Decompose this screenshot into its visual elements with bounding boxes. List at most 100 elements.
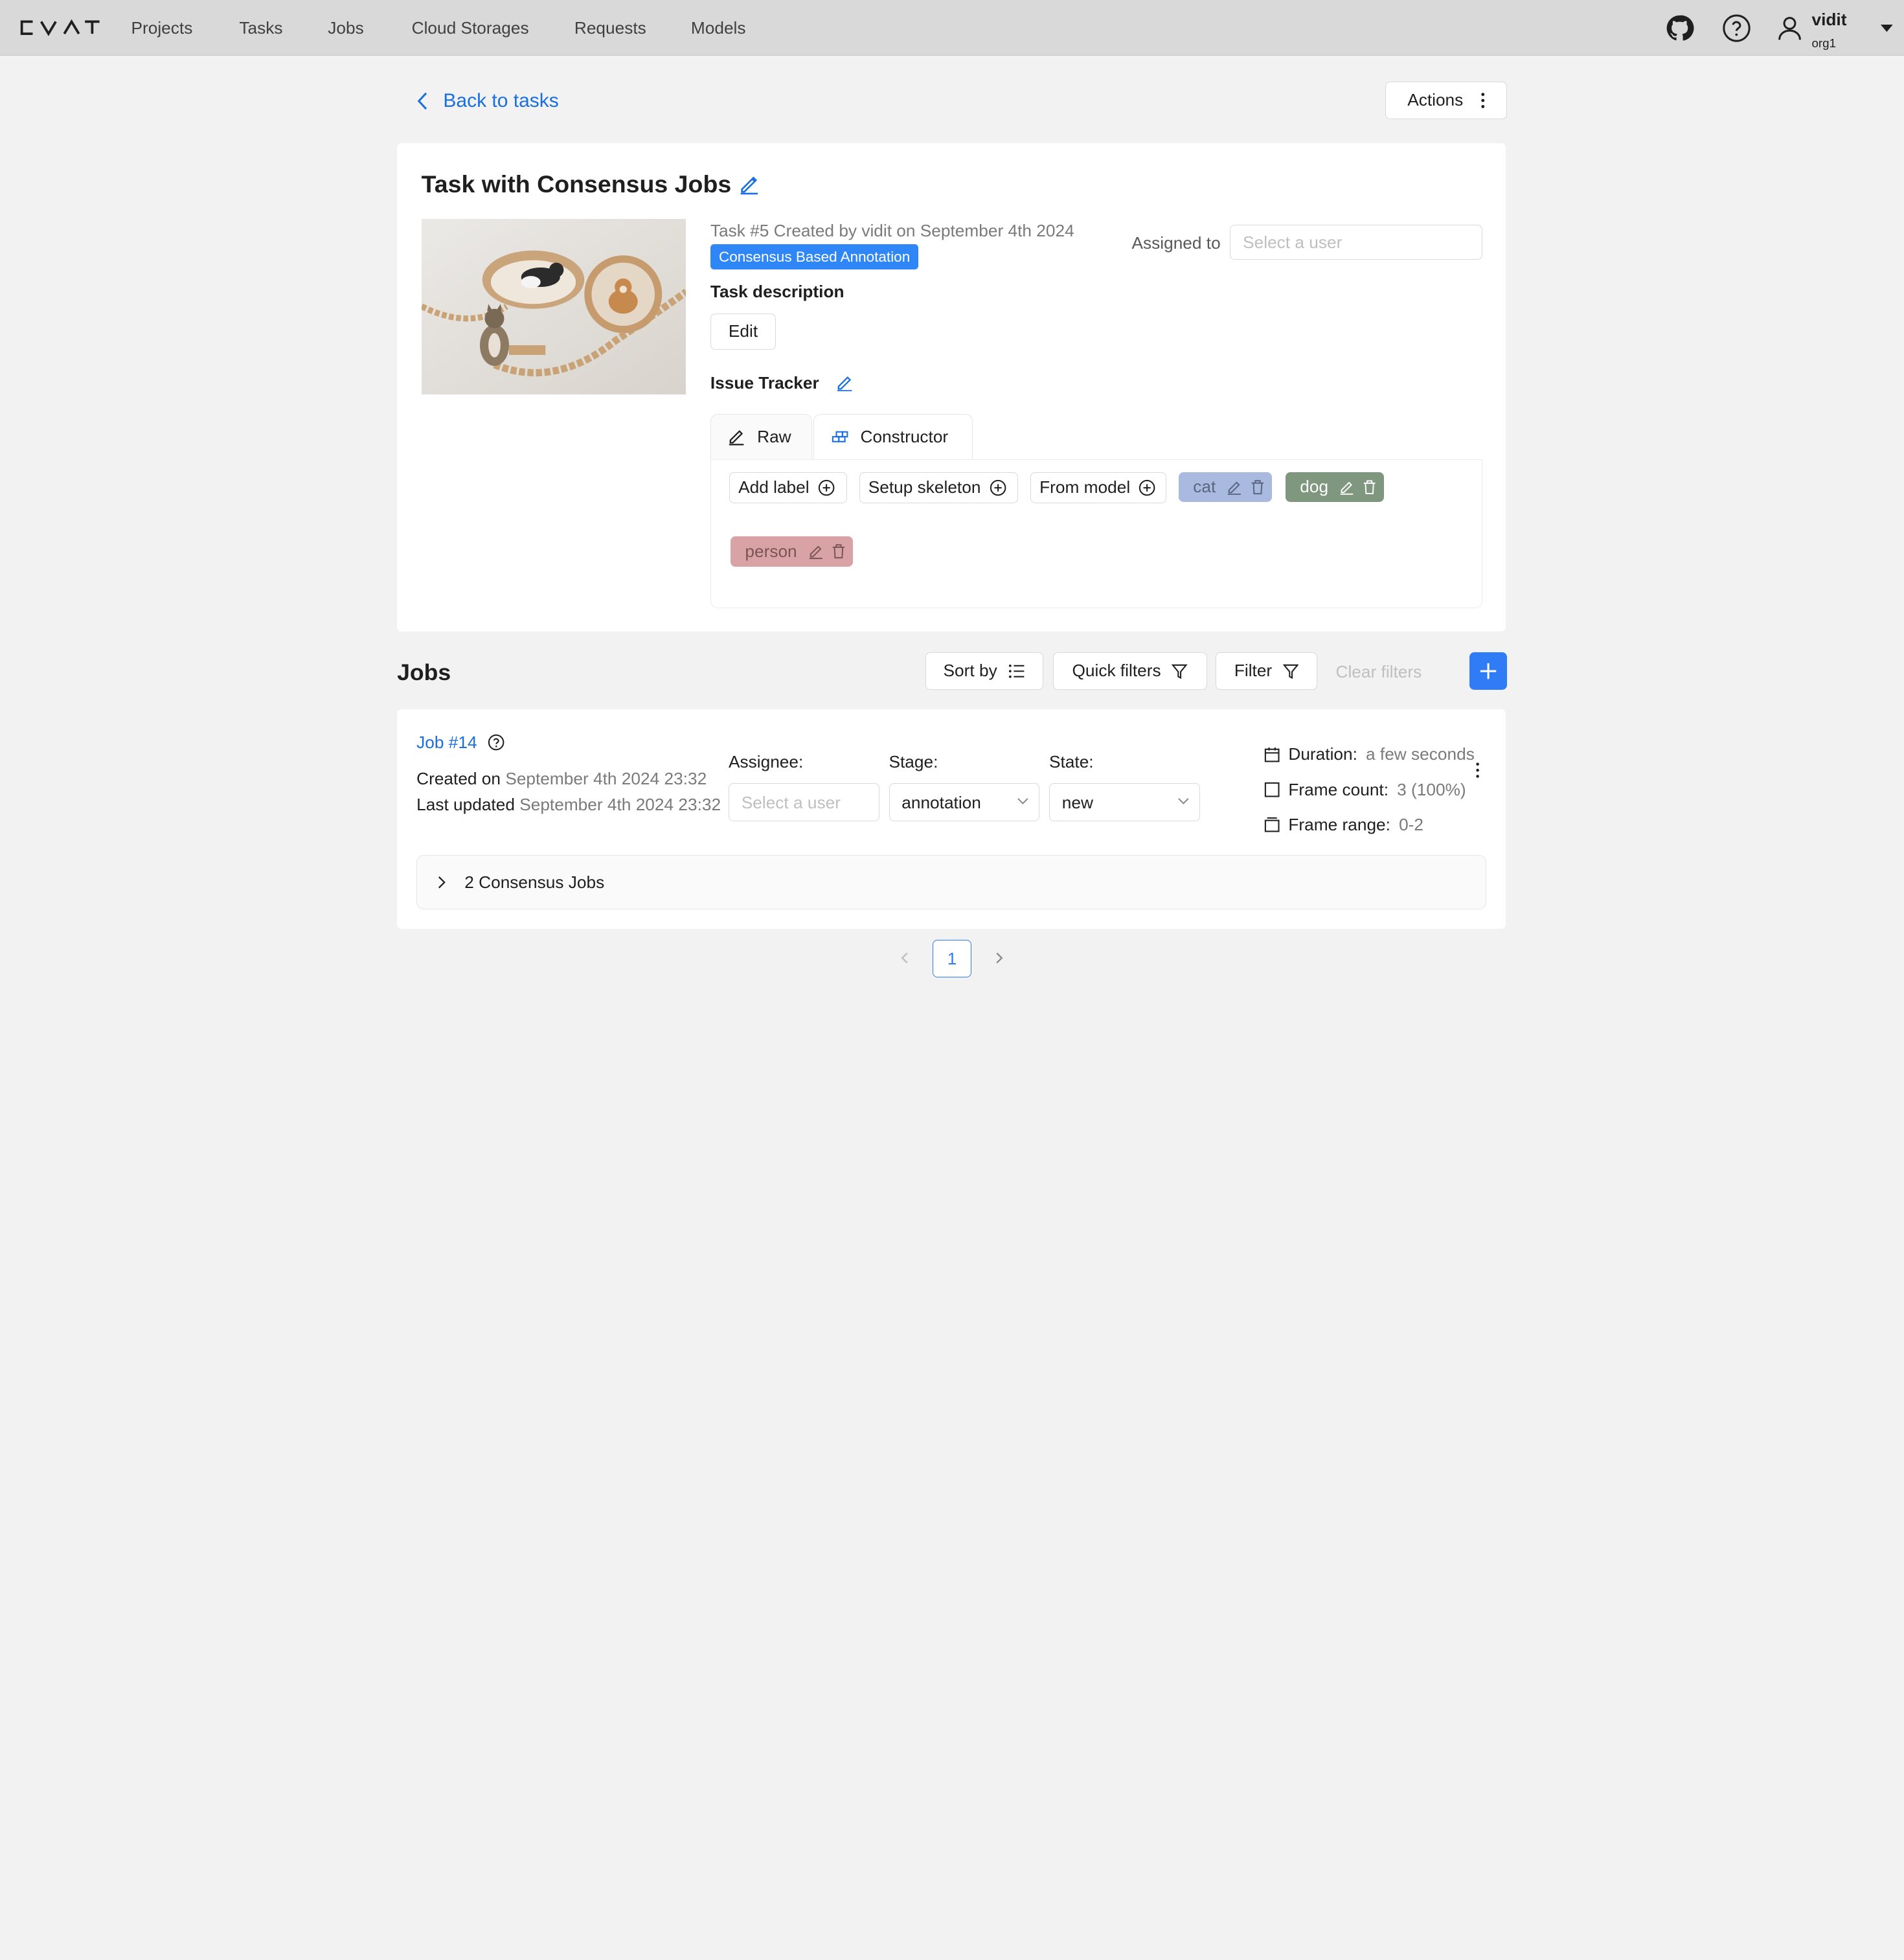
quick-filters-button[interactable]: Quick filters	[1052, 652, 1207, 690]
github-icon[interactable]	[1665, 14, 1694, 43]
tab-raw[interactable]: Raw	[710, 414, 813, 459]
task-page: Projects Tasks Jobs Cloud Storages Reque…	[0, 0, 1904, 1045]
filter-button[interactable]: Filter	[1215, 652, 1318, 690]
tab-raw-label: Raw	[757, 427, 791, 447]
job-link[interactable]: Job #14	[416, 733, 505, 753]
frame-icon	[1264, 782, 1280, 797]
frame-range-value: 0-2	[1399, 815, 1424, 835]
delete-label-icon[interactable]	[1363, 479, 1376, 495]
frames-icon	[1264, 817, 1280, 832]
edit-label-icon[interactable]	[1339, 479, 1354, 495]
add-label-text: Add label	[738, 477, 810, 497]
state-label: State:	[1049, 751, 1094, 771]
plus-icon	[1480, 663, 1496, 679]
tab-constructor[interactable]: Constructor	[813, 414, 973, 459]
consensus-tag: Consensus Based Annotation	[710, 244, 919, 270]
label-name: dog	[1300, 477, 1329, 497]
issue-tracker: Issue Tracker	[710, 373, 853, 393]
tab-constructor-label: Constructor	[860, 427, 949, 447]
job-assignee-select[interactable]: Select a user	[729, 783, 879, 821]
cvat-logo-mark	[20, 19, 100, 37]
updated-date: September 4th 2024 23:32	[519, 794, 721, 814]
user-name[interactable]: vidit	[1812, 10, 1847, 30]
actions-label: Actions	[1407, 90, 1464, 110]
more-vertical-icon	[1480, 92, 1484, 108]
edit-title-icon[interactable]	[738, 173, 760, 195]
label-chip-person[interactable]: person	[730, 536, 854, 567]
plus-circle-icon	[818, 479, 835, 496]
caret-down-icon[interactable]	[1881, 24, 1894, 32]
calendar-icon	[1264, 747, 1280, 762]
nav-cloud-storages[interactable]: Cloud Storages	[412, 18, 529, 38]
filter-icon	[1283, 664, 1299, 679]
job-menu-icon[interactable]	[1474, 762, 1481, 779]
label-name: person	[745, 541, 797, 561]
next-page-icon[interactable]	[990, 948, 1009, 968]
duration-stat: Duration: a few seconds	[1264, 744, 1475, 764]
stage-select[interactable]: annotation	[889, 783, 1039, 821]
created-prefix: Created on	[416, 769, 501, 789]
edit-issue-tracker-icon[interactable]	[836, 374, 853, 392]
task-description-label: Task description	[710, 282, 844, 301]
label-name: cat	[1193, 477, 1216, 497]
label-chip-cat[interactable]: cat	[1178, 472, 1273, 503]
back-to-tasks-link[interactable]: Back to tasks	[416, 89, 559, 113]
cvat-logo[interactable]	[18, 16, 140, 40]
edit-label-icon[interactable]	[1227, 479, 1242, 495]
consensus-jobs-collapse[interactable]: 2 Consensus Jobs	[416, 855, 1486, 910]
delete-label-icon[interactable]	[1251, 479, 1265, 495]
consensus-jobs-label: 2 Consensus Jobs	[464, 872, 605, 892]
pencil-icon	[729, 430, 744, 446]
plus-circle-icon	[1139, 479, 1155, 496]
task-meta: Task #5 Created by vidit on September 4t…	[710, 221, 1074, 241]
task-title: Task with Consensus Jobs	[422, 170, 761, 198]
frame-range-stat: Frame range: 0-2	[1264, 815, 1423, 835]
quick-filters-label: Quick filters	[1072, 661, 1161, 681]
label-constructor-panel: Add label Setup skeleton From model cat …	[710, 459, 1483, 609]
state-value: new	[1061, 792, 1093, 812]
nav-projects[interactable]: Projects	[131, 18, 193, 38]
nav-jobs[interactable]: Jobs	[328, 18, 363, 38]
help-icon[interactable]	[1722, 14, 1751, 43]
from-model-button[interactable]: From model	[1030, 472, 1166, 504]
chevron-down-icon	[1017, 798, 1028, 804]
setup-skeleton-button[interactable]: Setup skeleton	[859, 472, 1019, 504]
filter-icon	[1172, 664, 1188, 679]
task-title-text[interactable]: Task with Consensus Jobs	[422, 170, 732, 198]
frame-count-label: Frame count:	[1288, 779, 1389, 799]
updated-prefix: Last updated	[416, 794, 515, 814]
chevron-right-icon	[438, 876, 446, 889]
frame-count-stat: Frame count: 3 (100%)	[1264, 780, 1466, 800]
edit-description-button[interactable]: Edit	[710, 313, 776, 350]
add-job-button[interactable]	[1469, 652, 1507, 690]
delete-label-icon[interactable]	[832, 543, 846, 559]
issue-tracker-label: Issue Tracker	[710, 372, 819, 393]
question-circle-icon[interactable]	[488, 734, 504, 751]
task-details-card: Task with Consensus Jobs Task #5 Created…	[397, 143, 1506, 632]
chevron-down-icon	[1177, 798, 1189, 804]
top-header: Projects Tasks Jobs Cloud Storages Reque…	[0, 0, 1904, 56]
job-card: Job #14 Created on September 4th 2024 23…	[397, 709, 1506, 929]
clear-filters-button[interactable]: Clear filters	[1336, 662, 1422, 682]
assignee-label: Assignee:	[729, 751, 804, 771]
assignee-select[interactable]: Select a user	[1230, 224, 1483, 260]
user-org: org1	[1811, 36, 1837, 51]
actions-button[interactable]: Actions	[1385, 81, 1507, 119]
sort-by-button[interactable]: Sort by	[925, 652, 1043, 690]
setup-skeleton-text: Setup skeleton	[868, 477, 981, 497]
nav-requests[interactable]: Requests	[574, 18, 646, 38]
sort-list-icon	[1008, 664, 1024, 678]
nav-models[interactable]: Models	[691, 18, 746, 38]
constructor-icon	[832, 431, 848, 443]
from-model-text: From model	[1039, 477, 1131, 497]
back-to-tasks-label: Back to tasks	[443, 89, 559, 111]
state-select[interactable]: new	[1049, 783, 1200, 821]
add-label-button[interactable]: Add label	[729, 472, 847, 504]
prev-page-icon[interactable]	[895, 948, 914, 968]
edit-label-icon[interactable]	[808, 543, 824, 560]
user-icon[interactable]	[1775, 14, 1804, 43]
page-number-button[interactable]: 1	[933, 940, 971, 978]
job-name[interactable]: Job #14	[416, 733, 477, 753]
nav-tasks[interactable]: Tasks	[239, 18, 282, 38]
label-chip-dog[interactable]: dog	[1285, 472, 1384, 503]
